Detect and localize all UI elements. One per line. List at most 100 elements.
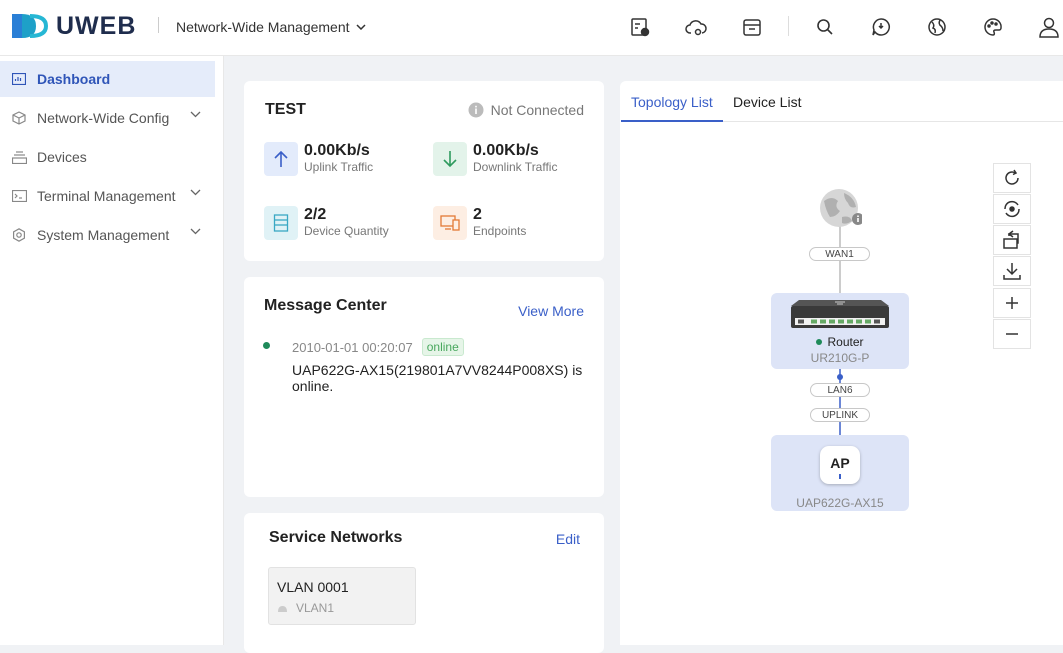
ap-led [839,474,841,479]
sidebar-item-label: Terminal Management [37,188,176,204]
rotate-icon [1003,230,1019,249]
endpoints-stat: 2 Endpoints [433,206,526,240]
info-icon [468,102,484,118]
refresh-icon [1005,169,1019,185]
terminal-icon [11,188,27,204]
cloud-icon [278,606,287,612]
zoom-out-button[interactable] [993,319,1031,349]
router-label: Router [827,335,864,349]
endpoints-value: 2 [473,206,482,223]
scope-selector[interactable]: Network-Wide Management [176,19,366,35]
tab-device-list[interactable]: Device List [733,94,801,110]
message-center-card: Message Center View More 2010-01-01 00:2… [244,277,604,497]
user-account-icon[interactable] [1036,14,1062,40]
endpoint-devices-icon [433,206,467,240]
search-icon[interactable] [812,14,838,40]
wan-port-label: WAN1 [809,247,870,261]
devices-icon [11,149,27,165]
chevron-down-icon [190,228,201,235]
message-text: UAP622G-AX15(219801A7VV8244P008XS) is on… [292,362,583,394]
ap-badge: AP [830,455,850,471]
inbox-icon[interactable] [739,14,765,40]
uplink-port-label: UPLINK [810,408,870,422]
sidebar-item-label: Network-Wide Config [37,110,170,126]
device-stack-icon [264,206,298,240]
add-device-icon[interactable] [627,14,653,40]
downlink-label: Downlink Traffic [473,160,558,174]
uweb-logo[interactable]: UWEB [12,10,136,42]
scope-selector-label: Network-Wide Management [176,19,350,35]
site-overview-card: TEST Not Connected 0.00Kb/s Uplink Traff… [244,81,604,261]
ap-model: UAP622G-AX15 [796,496,884,510]
reset-view-button[interactable] [993,194,1031,224]
tab-topology-list[interactable]: Topology List [631,94,713,110]
connection-status: Not Connected [468,102,584,118]
router-node[interactable]: Router UR210G-P [771,293,909,369]
connection-status-text: Not Connected [490,102,584,118]
sidebar-item-label: Devices [37,149,87,165]
chevron-down-icon [355,24,366,30]
access-point-icon: AP [820,446,860,484]
sidebar-item-label: Dashboard [37,71,111,87]
device-quantity-value: 2/2 [304,206,327,223]
vlan-sub: VLAN1 [277,601,334,615]
router-icon [791,300,889,328]
rotate-button[interactable] [993,225,1031,255]
sidebar-item-network-wide-config[interactable]: Network-Wide Config [0,100,215,136]
message-time: 2010-01-01 00:20:07 [292,339,413,355]
download-button[interactable] [993,256,1031,286]
top-header: UWEB Network-Wide Management [0,0,1063,56]
vlan-id: VLAN1 [296,601,335,615]
device-quantity-stat: 2/2 Device Quantity [264,206,389,240]
arrow-down-icon [433,142,467,176]
active-tab-indicator [621,120,723,122]
vlan-card[interactable]: VLAN 0001 VLAN1 [268,567,416,625]
cube-icon [11,110,27,126]
router-label-row: Router [771,335,909,349]
ap-node[interactable]: AP UAP622G-AX15 [771,435,909,511]
view-more-link[interactable]: View More [518,303,584,319]
lan-port-label: LAN6 [810,383,870,397]
status-badge: online [421,338,464,356]
sidebar-item-devices[interactable]: Devices [0,139,215,175]
message-meta: 2010-01-01 00:20:07 online [292,338,464,356]
sidebar-item-terminal-management[interactable]: Terminal Management [0,178,215,214]
message-center-title: Message Center [264,297,387,314]
sidebar-item-system-management[interactable]: System Management [0,217,215,253]
dashboard-icon [11,71,27,87]
internet-node[interactable] [818,187,864,231]
globe-icon [820,189,864,227]
minus-icon [1006,333,1018,335]
online-dot [263,342,270,349]
uplink-value: 0.00Kb/s [304,142,370,159]
download-icon [1003,263,1021,280]
header-icons-divider [788,16,789,36]
router-model: UR210G-P [810,351,870,365]
service-networks-title: Service Networks [269,529,403,546]
service-networks-card: Service Networks Edit VLAN 0001 VLAN1 [244,513,604,653]
logo-text: UWEB [56,11,137,40]
chevron-down-icon [190,111,201,118]
sidebar: Dashboard Network-Wide Config Devices Te… [0,56,224,645]
arrow-up-icon [264,142,298,176]
sidebar-item-dashboard[interactable]: Dashboard [0,61,215,97]
language-icon[interactable] [924,14,950,40]
header-divider [158,17,159,33]
logo-mark-icon [12,14,49,38]
uplink-label: Uplink Traffic [304,160,374,174]
zoom-in-button[interactable] [993,288,1031,318]
topology-tabs: Topology List Device List [621,82,1063,122]
feedback-icon[interactable] [868,14,894,40]
chevron-down-icon [190,189,201,196]
device-quantity-label: Device Quantity [304,224,389,238]
plus-icon [1006,297,1018,309]
uplink-traffic-stat: 0.00Kb/s Uplink Traffic [264,142,373,176]
cloud-settings-icon[interactable] [683,14,709,40]
endpoints-label: Endpoints [473,224,527,238]
online-dot [816,339,823,345]
refresh-button[interactable] [993,163,1031,193]
edit-link[interactable]: Edit [556,531,580,547]
downlink-traffic-stat: 0.00Kb/s Downlink Traffic [433,142,557,176]
theme-palette-icon[interactable] [980,14,1006,40]
sidebar-item-label: System Management [37,227,170,243]
